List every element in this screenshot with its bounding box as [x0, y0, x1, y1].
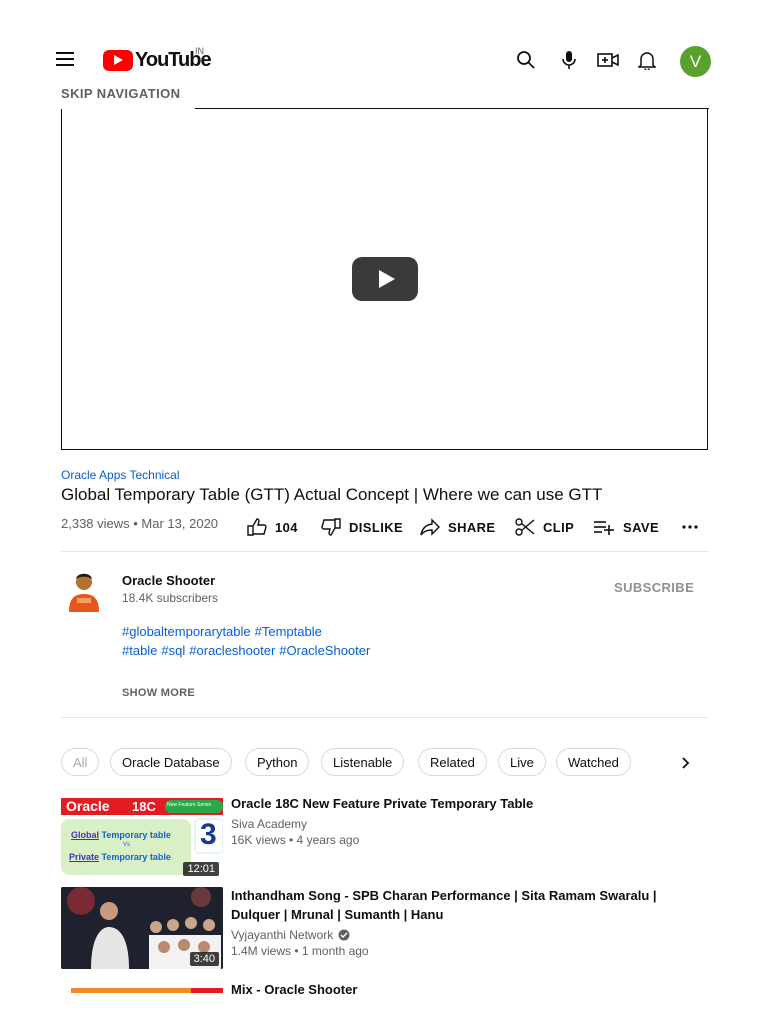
video-title: Global Temporary Table (GTT) Actual Conc…	[61, 485, 603, 504]
save-label: SAVE	[623, 519, 660, 535]
chip-live[interactable]: Live	[498, 748, 546, 776]
description-line: #globaltemporarytable #Temptable	[122, 624, 326, 639]
play-icon[interactable]	[352, 257, 418, 301]
chip-listenable[interactable]: Listenable	[321, 748, 405, 776]
hashtag-link[interactable]: #sql	[161, 643, 185, 658]
share-label: SHARE	[448, 519, 496, 535]
share-icon	[420, 518, 440, 536]
subscribe-button[interactable]: SUBSCRIBE	[614, 580, 694, 595]
chip-watched[interactable]: Watched	[556, 748, 631, 776]
country-code: IN	[195, 46, 204, 56]
create-icon[interactable]	[596, 48, 620, 72]
recommendation-stats: 1.4M views • 1 month ago	[231, 944, 369, 958]
channel-name[interactable]: Oracle Shooter	[122, 573, 215, 588]
scissors-icon	[515, 518, 535, 536]
clip-button[interactable]: CLIP	[515, 516, 574, 538]
chip-python[interactable]: Python	[245, 748, 310, 776]
subscriber-count: 18.4K subscribers	[122, 591, 219, 605]
hashtag-link[interactable]: #Temptable	[255, 624, 322, 639]
mic-icon[interactable]	[557, 48, 581, 72]
chip-all[interactable]: All	[61, 748, 100, 776]
divider	[61, 551, 709, 552]
avatar[interactable]: V	[680, 46, 711, 77]
thumb-text: 3	[200, 818, 217, 851]
playlist-add-icon	[594, 521, 614, 535]
dislike-label: DISLIKE	[349, 519, 404, 535]
views-date: 2,338 views • Mar 13, 2020	[61, 516, 219, 531]
video-thumbnail[interactable]: Oracle 18C New Feature Series Global Tem…	[61, 797, 223, 879]
thumb-text: Private Temporary table	[69, 852, 171, 862]
like-icon	[247, 518, 267, 536]
clip-label: CLIP	[543, 519, 575, 535]
video-thumbnail[interactable]: 3:40	[61, 887, 223, 969]
thumb-text: Oracle	[66, 798, 110, 814]
recommendation-stats: 16K views • 4 years ago	[231, 833, 360, 847]
hashtag-link[interactable]: #globaltemporarytable	[122, 624, 251, 639]
video-thumbnail[interactable]	[61, 987, 223, 1024]
recommendation-channel[interactable]: Siva Academy	[231, 817, 307, 831]
thumb-text: Global Temporary table	[71, 830, 171, 840]
show-more-button[interactable]: SHOW MORE	[122, 687, 195, 699]
hashtag-link[interactable]: #OracleShooter	[279, 643, 370, 658]
youtube-logo[interactable]: YouTube IN	[103, 46, 212, 72]
dislike-icon	[321, 518, 341, 536]
bell-icon[interactable]	[635, 48, 659, 72]
chip-oracle-database[interactable]: Oracle Database	[110, 748, 232, 776]
thumb-text: 18C	[132, 799, 156, 814]
skip-navigation-button[interactable]: SKIP NAVIGATION	[61, 86, 180, 101]
chip-related[interactable]: Related	[418, 748, 487, 776]
chevron-right-icon[interactable]	[676, 754, 694, 772]
channel-tag-link[interactable]: Oracle Apps Technical	[61, 468, 180, 482]
like-button[interactable]: 104	[247, 516, 298, 538]
recommendation-title[interactable]: Mix - Oracle Shooter	[231, 980, 671, 999]
description-line: #table #sql #oracleshooter #OracleShooter	[122, 643, 374, 658]
recommendation-title[interactable]: Oracle 18C New Feature Private Temporary…	[231, 794, 671, 813]
thumb-text: New Feature Series	[167, 802, 212, 808]
search-icon[interactable]	[514, 48, 538, 72]
more-actions-icon[interactable]	[681, 516, 707, 538]
verified-icon	[338, 929, 350, 941]
youtube-play-logo-icon	[103, 49, 133, 71]
share-button[interactable]: SHARE	[420, 516, 496, 538]
thumb-text: Vs	[123, 842, 131, 848]
recommendation-title[interactable]: Inthandham Song - SPB Charan Performance…	[231, 886, 661, 924]
like-count: 104	[275, 519, 298, 535]
duration-badge: 12:01	[183, 862, 219, 876]
hashtag-link[interactable]: #oracleshooter	[189, 643, 275, 658]
dislike-button[interactable]: DISLIKE	[321, 516, 403, 538]
recommendation-channel[interactable]: Vyjayanthi Network	[231, 928, 350, 942]
duration-badge: 3:40	[189, 952, 219, 966]
hashtag-link[interactable]: #table	[122, 643, 157, 658]
channel-avatar[interactable]	[63, 568, 105, 612]
save-button[interactable]: SAVE	[593, 516, 659, 538]
menu-icon[interactable]	[56, 52, 74, 66]
divider	[61, 717, 709, 718]
